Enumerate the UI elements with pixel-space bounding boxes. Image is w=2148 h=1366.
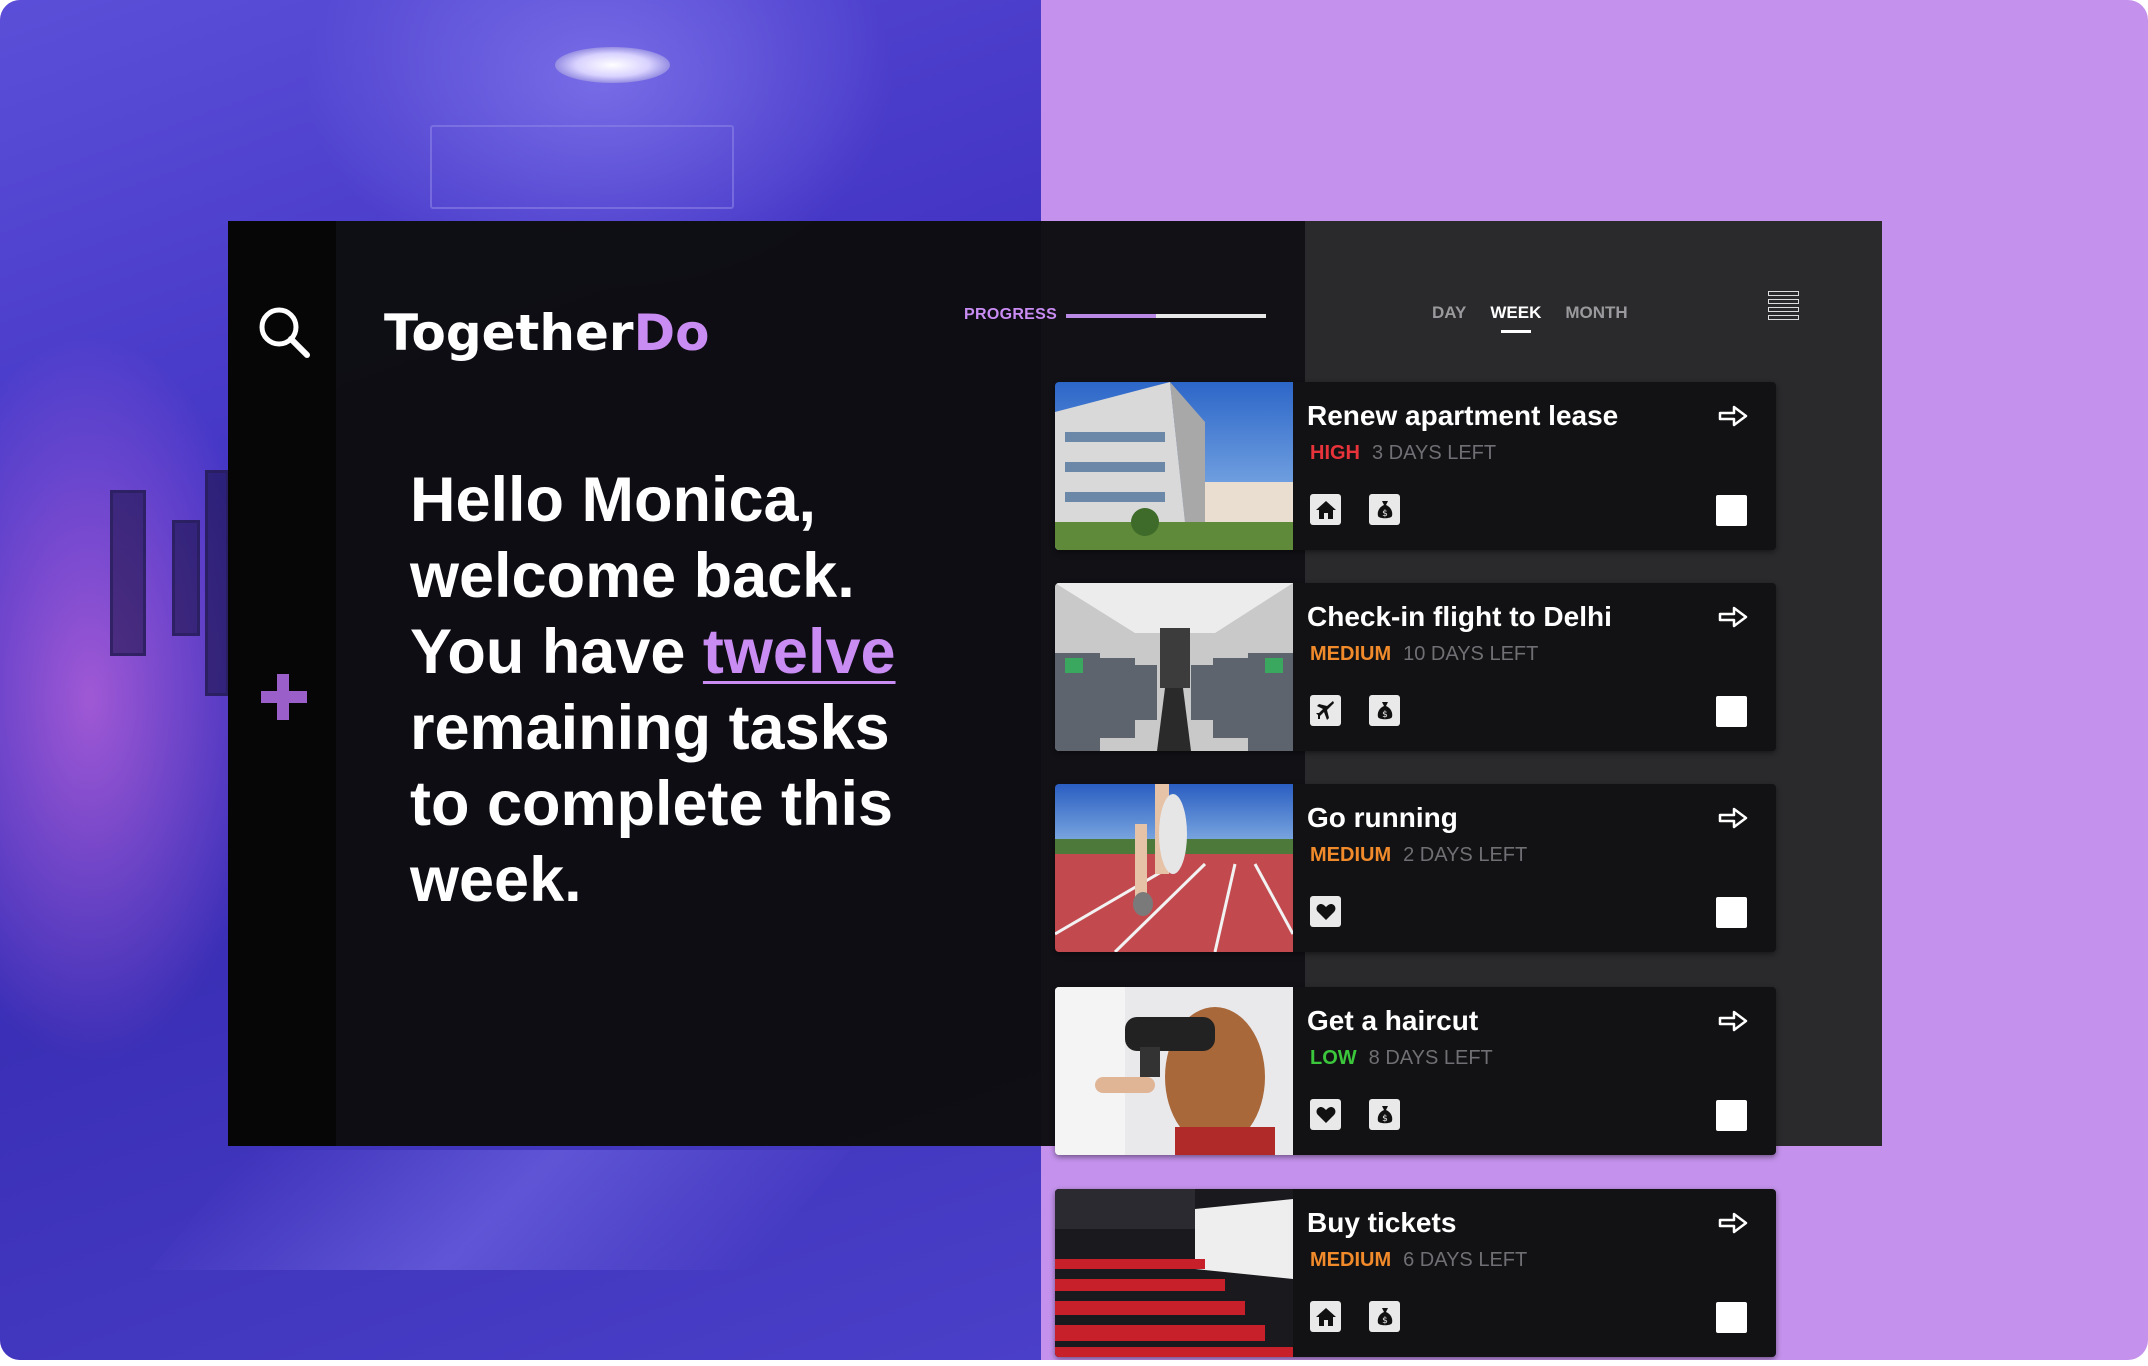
- task-card[interactable]: Get a haircut LOW 8 DAYS LEFT $: [1055, 987, 1776, 1155]
- greeting-message: Hello Monica, welcome back. You have twe…: [410, 462, 950, 918]
- task-meta: LOW 8 DAYS LEFT: [1310, 1047, 1493, 1070]
- progress-label: PROGRESS: [964, 306, 1058, 323]
- task-checkbox[interactable]: [1716, 897, 1747, 928]
- task-checkbox[interactable]: [1716, 696, 1747, 727]
- tab-day[interactable]: DAY: [1420, 300, 1478, 340]
- logo-text: Together: [384, 304, 634, 362]
- task-meta: MEDIUM 2 DAYS LEFT: [1310, 844, 1527, 867]
- task-title: Get a haircut: [1307, 1005, 1479, 1036]
- airplane-icon: [1310, 695, 1341, 726]
- arrow-right-icon[interactable]: [1718, 605, 1748, 629]
- task-meta: MEDIUM 6 DAYS LEFT: [1310, 1249, 1527, 1272]
- svg-text:$: $: [1382, 509, 1388, 519]
- priority-badge: MEDIUM: [1310, 643, 1392, 665]
- arrow-right-icon[interactable]: [1718, 1211, 1748, 1235]
- progress-bar: [1066, 314, 1266, 318]
- home-icon: [1310, 494, 1341, 525]
- money-bag-icon: $: [1369, 1301, 1400, 1332]
- days-left: 6 DAYS LEFT: [1403, 1249, 1528, 1271]
- category-icons: $: [1310, 695, 1400, 726]
- arrow-right-icon[interactable]: [1718, 404, 1748, 428]
- wall-picture: [172, 520, 200, 636]
- task-card[interactable]: Buy tickets MEDIUM 6 DAYS LEFT $: [1055, 1189, 1776, 1357]
- days-left: 10 DAYS LEFT: [1403, 643, 1539, 665]
- task-thumbnail-running: [1055, 784, 1295, 952]
- menu-icon[interactable]: [1768, 291, 1802, 331]
- ceiling-vent: [430, 125, 734, 209]
- days-left: 2 DAYS LEFT: [1403, 844, 1528, 866]
- tab-month[interactable]: MONTH: [1553, 300, 1639, 340]
- task-checkbox[interactable]: [1716, 1100, 1747, 1131]
- arrow-right-icon[interactable]: [1718, 806, 1748, 830]
- category-icons: $: [1310, 494, 1400, 525]
- task-title: Renew apartment lease: [1307, 400, 1619, 431]
- tab-week[interactable]: WEEK: [1478, 300, 1553, 340]
- money-bag-icon: $: [1369, 1099, 1400, 1130]
- greeting-text-end: remaining tasks to complete this week.: [410, 693, 894, 915]
- task-meta: HIGH 3 DAYS LEFT: [1310, 442, 1496, 465]
- task-count-highlight[interactable]: twelve: [703, 617, 896, 687]
- priority-badge: MEDIUM: [1310, 844, 1392, 866]
- wall-door: [205, 470, 229, 696]
- task-card[interactable]: Check-in flight to Delhi MEDIUM 10 DAYS L…: [1055, 583, 1776, 751]
- app-frame: TogetherDo PROGRESS Hello Monica, welcom…: [0, 0, 2148, 1360]
- task-checkbox[interactable]: [1716, 495, 1747, 526]
- logo-accent-text: Do: [633, 304, 710, 362]
- heart-icon: [1310, 896, 1341, 927]
- view-tabs: DAY WEEK MONTH: [1420, 300, 1640, 340]
- home-icon: [1310, 1301, 1341, 1332]
- heart-icon: [1310, 1099, 1341, 1130]
- priority-badge: MEDIUM: [1310, 1249, 1392, 1271]
- money-bag-icon: $: [1369, 494, 1400, 525]
- days-left: 8 DAYS LEFT: [1368, 1047, 1493, 1069]
- svg-text:$: $: [1382, 1114, 1388, 1124]
- task-title: Buy tickets: [1307, 1207, 1457, 1238]
- priority-badge: LOW: [1310, 1047, 1357, 1069]
- task-title: Check-in flight to Delhi: [1307, 601, 1612, 632]
- task-thumbnail-airplane: [1055, 583, 1293, 751]
- task-checkbox[interactable]: [1716, 1302, 1747, 1333]
- progress-fill: [1066, 314, 1156, 318]
- search-icon[interactable]: [255, 303, 313, 361]
- ceiling-light: [555, 47, 670, 83]
- category-icons: [1310, 896, 1341, 927]
- money-bag-icon: $: [1369, 695, 1400, 726]
- plus-icon[interactable]: [257, 670, 311, 724]
- arrow-right-icon[interactable]: [1718, 1009, 1748, 1033]
- days-left: 3 DAYS LEFT: [1372, 442, 1497, 464]
- task-card[interactable]: Renew apartment lease HIGH 3 DAYS LEFT $: [1055, 382, 1776, 550]
- task-title: Go running: [1307, 802, 1458, 833]
- task-meta: MEDIUM 10 DAYS LEFT: [1310, 643, 1538, 666]
- task-thumbnail-cinema: [1055, 1189, 1293, 1357]
- category-icons: $: [1310, 1301, 1400, 1332]
- svg-text:$: $: [1382, 1316, 1388, 1326]
- floor-reflection: [149, 1150, 851, 1270]
- app-logo: TogetherDo: [384, 300, 709, 366]
- priority-badge: HIGH: [1310, 442, 1360, 464]
- category-icons: $: [1310, 1099, 1400, 1130]
- task-thumbnail-apartment: [1055, 382, 1293, 550]
- wall-picture: [110, 490, 146, 656]
- svg-text:$: $: [1382, 710, 1388, 720]
- task-thumbnail-haircut: [1055, 987, 1293, 1155]
- task-card[interactable]: Go running MEDIUM 2 DAYS LEFT: [1055, 784, 1776, 952]
